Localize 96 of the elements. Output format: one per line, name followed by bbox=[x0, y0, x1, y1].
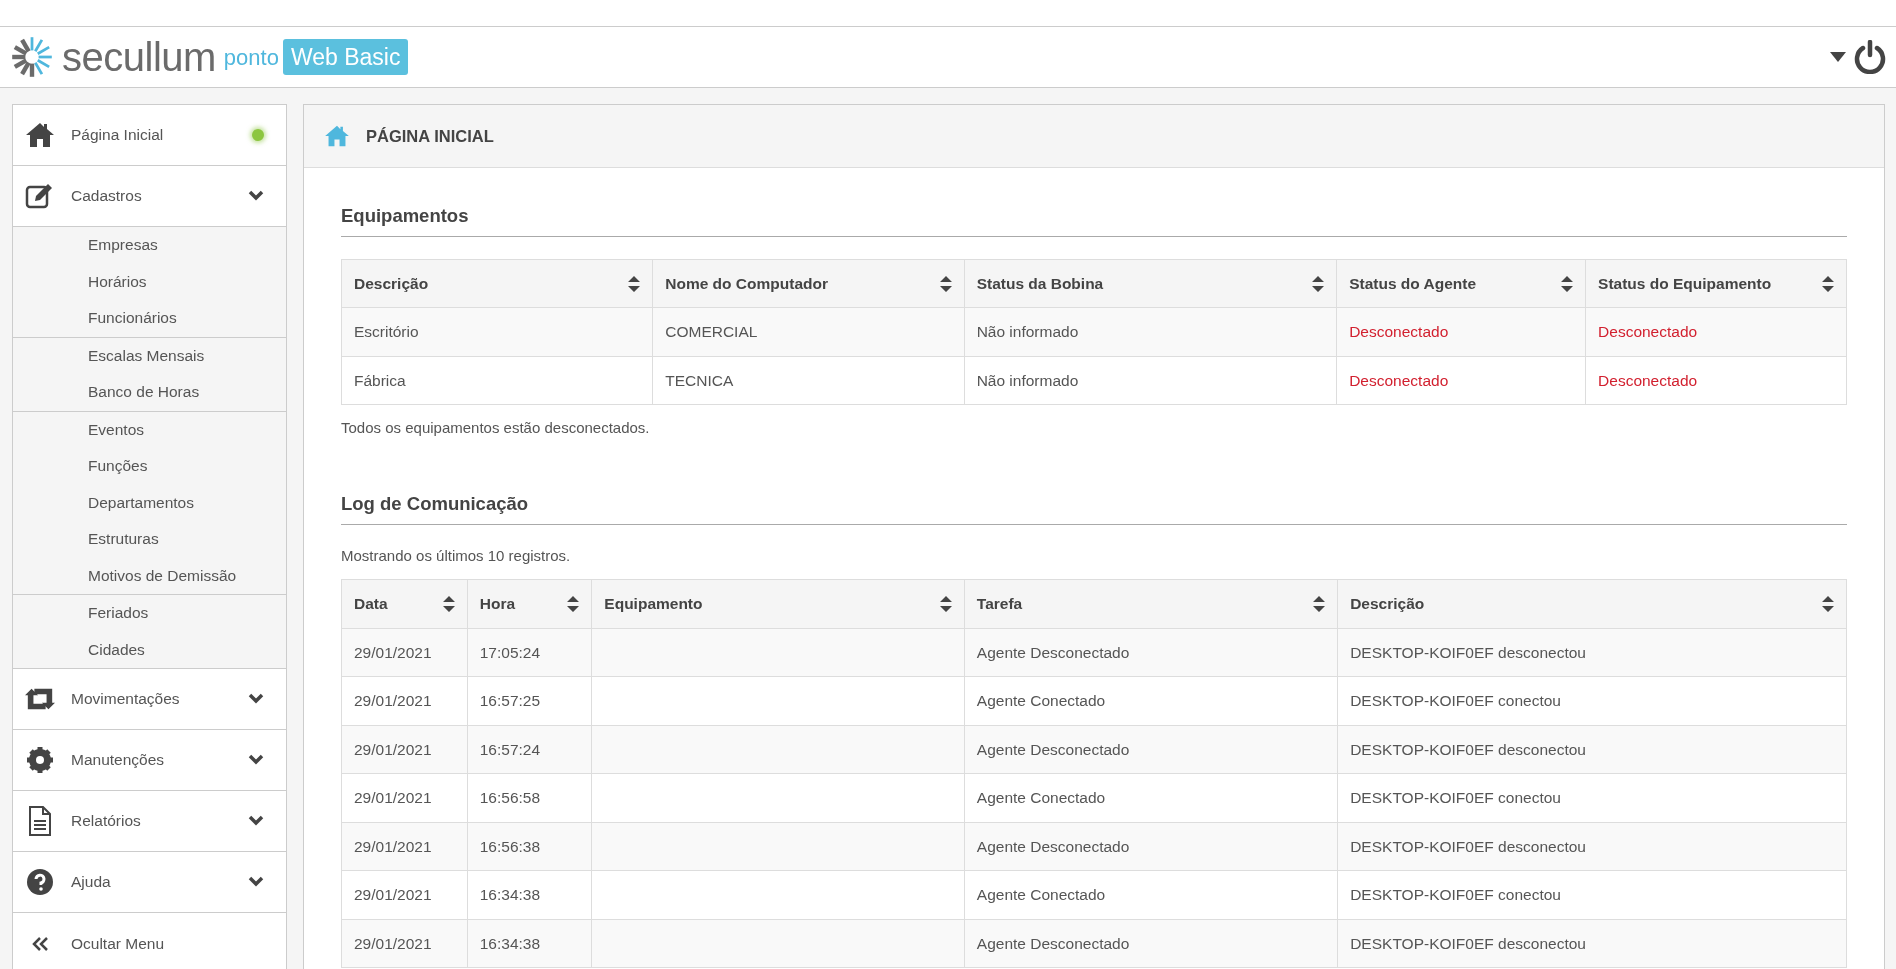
transfer-icon bbox=[25, 687, 55, 711]
product-name: ponto bbox=[223, 43, 279, 72]
sort-icon bbox=[1312, 275, 1325, 292]
submenu-item[interactable]: Cidades bbox=[13, 631, 286, 668]
sort-icon bbox=[1822, 275, 1834, 292]
menu-label: Manutenções bbox=[71, 750, 165, 771]
menu-label: Ajuda bbox=[71, 872, 111, 893]
table-cell: 16:34:38 bbox=[467, 870, 592, 919]
table-cell: TECNICA bbox=[652, 356, 965, 405]
logo-icon bbox=[10, 35, 54, 79]
table-cell: Escritório bbox=[341, 307, 653, 357]
submenu-item[interactable]: Motivos de Demissão bbox=[13, 557, 286, 594]
table-cell: DESKTOP-KOIF0EF desconectou bbox=[1337, 628, 1847, 677]
table-cell: 17:05:24 bbox=[467, 628, 592, 677]
submenu-item[interactable]: Funcionários bbox=[13, 300, 286, 337]
table-cell: Agente Conectado bbox=[964, 676, 1338, 725]
page-title: PÁGINA INICIAL bbox=[366, 125, 494, 147]
table-cell: 16:57:25 bbox=[467, 676, 592, 725]
sort-icon bbox=[1313, 595, 1326, 612]
sort-icon bbox=[442, 595, 455, 612]
table-cell: 16:57:24 bbox=[467, 725, 592, 774]
table-cell: DESKTOP-KOIF0EF desconectou bbox=[1337, 822, 1847, 871]
submenu-item[interactable]: Banco de Horas bbox=[13, 374, 286, 411]
table-cell: 16:34:38 bbox=[467, 919, 592, 968]
brand-name: secullum bbox=[62, 37, 216, 77]
table-cell: 29/01/2021 bbox=[341, 725, 468, 774]
table-cell: DESKTOP-KOIF0EF desconectou bbox=[1337, 725, 1847, 774]
menu-label: Relatórios bbox=[71, 811, 141, 832]
section-title: Log de Comunicação bbox=[341, 489, 1847, 525]
table-note: Mostrando os últimos 10 registros. bbox=[341, 545, 572, 566]
table-cell: Agente Desconectado bbox=[964, 822, 1338, 871]
table-cell: 29/01/2021 bbox=[341, 773, 468, 822]
table-cell: Agente Conectado bbox=[964, 870, 1338, 919]
table-cell: Não informado bbox=[964, 356, 1337, 405]
submenu-item[interactable]: Eventos bbox=[13, 411, 286, 448]
column-header[interactable]: Nome do Computador bbox=[652, 259, 965, 308]
submenu-item[interactable]: Escalas Mensais bbox=[13, 337, 286, 374]
double-chevron-icon bbox=[31, 935, 49, 952]
status-cell: Desconectado bbox=[1336, 356, 1586, 405]
gear-icon bbox=[27, 747, 53, 773]
home-icon bbox=[324, 125, 350, 147]
column-header[interactable]: Status da Bobina bbox=[964, 259, 1337, 308]
submenu-item[interactable]: Departamentos bbox=[13, 484, 286, 521]
home-icon bbox=[25, 122, 55, 148]
menu-label: Página Inicial bbox=[71, 125, 164, 146]
submenu-item[interactable]: Empresas bbox=[13, 227, 286, 264]
table-cell: 29/01/2021 bbox=[341, 628, 468, 677]
submenu-item[interactable]: Estruturas bbox=[13, 521, 286, 558]
table-cell: 16:56:38 bbox=[467, 822, 592, 871]
sort-icon bbox=[939, 275, 952, 292]
table-cell: Não informado bbox=[964, 307, 1337, 357]
menu-label: Cadastros bbox=[71, 186, 142, 207]
table-cell: Agente Desconectado bbox=[964, 725, 1338, 774]
column-header[interactable]: Data bbox=[341, 579, 468, 628]
column-header[interactable]: Equipamento bbox=[591, 579, 965, 628]
edition-badge: Web Basic bbox=[282, 38, 409, 76]
sort-icon bbox=[628, 275, 641, 292]
table-cell: DESKTOP-KOIF0EF conectou bbox=[1337, 773, 1847, 822]
power-icon[interactable] bbox=[1854, 40, 1886, 74]
sort-icon bbox=[567, 595, 580, 612]
table-cell: 29/01/2021 bbox=[341, 822, 468, 871]
document-icon bbox=[28, 806, 52, 836]
table-cell: Fábrica bbox=[341, 356, 653, 405]
table-cell: DESKTOP-KOIF0EF desconectou bbox=[1337, 919, 1847, 968]
table-cell: COMERCIAL bbox=[652, 307, 965, 357]
table-cell: 29/01/2021 bbox=[341, 870, 468, 919]
column-header[interactable]: Status do Agente bbox=[1336, 259, 1586, 308]
table-cell: DESKTOP-KOIF0EF conectou bbox=[1337, 676, 1847, 725]
table-cell: Agente Desconectado bbox=[964, 919, 1338, 968]
sort-icon bbox=[1561, 275, 1574, 292]
table-cell: 29/01/2021 bbox=[341, 919, 468, 968]
column-header[interactable]: Tarefa bbox=[964, 579, 1338, 628]
sort-icon bbox=[939, 595, 952, 612]
status-cell: Desconectado bbox=[1336, 307, 1586, 357]
caret-icon bbox=[1830, 52, 1846, 62]
sort-icon bbox=[1822, 595, 1834, 612]
help-icon bbox=[27, 869, 53, 895]
status-cell: Desconectado bbox=[1585, 307, 1847, 357]
edit-icon bbox=[25, 182, 55, 210]
status-cell: Desconectado bbox=[1585, 356, 1847, 405]
menu-label: Movimentações bbox=[71, 689, 180, 710]
column-header[interactable]: Status do Equipamento bbox=[1585, 259, 1847, 308]
submenu-item[interactable]: Horários bbox=[13, 263, 286, 300]
menu-label: Ocultar Menu bbox=[71, 933, 165, 954]
submenu-item[interactable]: Funções bbox=[13, 448, 286, 485]
column-header[interactable]: Hora bbox=[467, 579, 592, 628]
submenu-item[interactable]: Feriados bbox=[13, 595, 286, 632]
table-note: Todos os equipamentos estão desconectados. bbox=[341, 418, 651, 439]
column-header[interactable]: Descrição bbox=[1337, 579, 1847, 628]
table-cell: 16:56:58 bbox=[467, 773, 592, 822]
table-cell: 29/01/2021 bbox=[341, 676, 468, 725]
column-header[interactable]: Descrição bbox=[341, 259, 653, 308]
table-cell: Agente Desconectado bbox=[964, 628, 1338, 677]
section-title: Equipamentos bbox=[341, 202, 1847, 237]
table-cell: DESKTOP-KOIF0EF conectou bbox=[1337, 870, 1847, 919]
table-cell: Agente Conectado bbox=[964, 773, 1338, 822]
